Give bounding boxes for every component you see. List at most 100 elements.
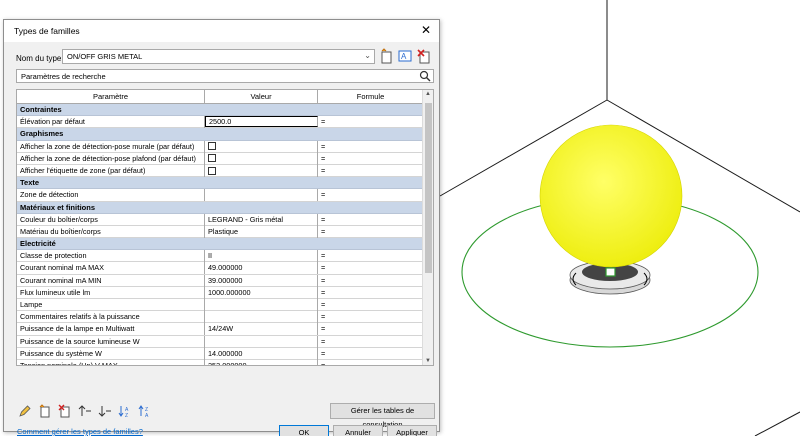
apply-button[interactable]: Appliquer bbox=[387, 425, 437, 436]
parameter-formula[interactable]: = bbox=[318, 214, 423, 226]
parameter-row[interactable]: Courant nominal mA MAX 49.000000 = bbox=[17, 262, 423, 275]
parameter-formula[interactable]: = bbox=[318, 226, 423, 238]
new-type-icon[interactable] bbox=[378, 48, 394, 64]
manage-lookup-tables-button[interactable]: Gérer les tables de consultation bbox=[330, 403, 435, 429]
pencil-edit-icon[interactable] bbox=[18, 404, 32, 418]
parameter-row[interactable]: Afficher la zone de détection-pose mural… bbox=[17, 140, 423, 153]
column-formula[interactable]: Formule bbox=[318, 90, 423, 104]
parameter-name: Commentaires relatifs à la puissance bbox=[17, 311, 205, 324]
lamp-sphere[interactable] bbox=[539, 124, 683, 268]
parameter-formula[interactable]: = bbox=[318, 323, 423, 335]
type-name-label: Nom du type: bbox=[16, 54, 64, 63]
cancel-button[interactable]: Annuler bbox=[333, 425, 383, 436]
parameter-checkbox[interactable] bbox=[208, 142, 216, 151]
parameter-value[interactable] bbox=[205, 311, 318, 324]
delete-type-icon[interactable] bbox=[416, 48, 432, 64]
parameter-value[interactable]: 49.000000 bbox=[205, 262, 318, 275]
svg-text:A: A bbox=[145, 413, 149, 418]
parameter-row[interactable]: Afficher l'étiquette de zone (par défaut… bbox=[17, 164, 423, 178]
parameter-value[interactable] bbox=[205, 299, 318, 311]
group-title: Contraintes bbox=[20, 105, 62, 114]
parameter-row[interactable]: Couleur du boîtier/corps LEGRAND - Gris m… bbox=[17, 213, 423, 226]
parameter-row[interactable]: Puissance de la source lumineuse W = bbox=[17, 335, 423, 348]
parameter-row[interactable]: Puissance de la lampe en Multiwatt 14/24W… bbox=[17, 323, 423, 336]
type-name-select[interactable]: ON/OFF GRIS METAL ⌄ bbox=[62, 49, 375, 64]
group-header[interactable]: Electricité bbox=[17, 238, 423, 251]
parameter-value[interactable]: 14/24W bbox=[205, 323, 318, 336]
parameter-value[interactable]: Plastique bbox=[205, 225, 318, 238]
parameter-formula[interactable]: = bbox=[318, 153, 423, 165]
parameter-search-input[interactable]: Paramètres de recherche bbox=[16, 69, 434, 83]
parameter-row[interactable]: Zone de détection = bbox=[17, 189, 423, 202]
parameter-checkbox-cell[interactable] bbox=[205, 152, 318, 165]
group-title: Texte bbox=[20, 178, 40, 188]
svg-text:A: A bbox=[401, 52, 407, 61]
scroll-down-icon[interactable]: ▼ bbox=[425, 358, 431, 364]
sort-ascending-icon[interactable]: A Z bbox=[118, 404, 132, 418]
parameter-formula[interactable]: = bbox=[318, 262, 423, 274]
move-up-icon[interactable] bbox=[78, 404, 92, 418]
parameter-row[interactable]: Tension nominale (Un) V MAX 253.000000 = bbox=[17, 359, 423, 366]
parameter-value[interactable]: II bbox=[205, 250, 318, 263]
parameter-value-input[interactable]: 2500.0 bbox=[205, 116, 318, 128]
parameter-formula[interactable]: = bbox=[318, 141, 423, 153]
parameter-value[interactable]: 1000.000000 bbox=[205, 286, 318, 299]
search-placeholder: Paramètres de recherche bbox=[21, 72, 106, 81]
parameter-formula[interactable]: = bbox=[318, 275, 423, 287]
parameter-row[interactable]: Afficher la zone de détection-pose plafo… bbox=[17, 152, 423, 165]
parameter-row[interactable]: Puissance du système W 14.000000 = bbox=[17, 347, 423, 360]
parameter-name: Matériau du boîtier/corps bbox=[17, 225, 205, 238]
group-header[interactable]: Matériaux et finitions bbox=[17, 201, 423, 214]
vertical-scrollbar[interactable]: ▲ ▼ bbox=[422, 90, 433, 365]
group-header[interactable]: Texte bbox=[17, 177, 423, 190]
parameter-row[interactable]: Commentaires relatifs à la puissance = bbox=[17, 311, 423, 324]
delete-parameter-icon[interactable] bbox=[58, 404, 72, 418]
parameter-row[interactable]: Flux lumineux utile lm 1000.000000 = bbox=[17, 286, 423, 299]
parameter-value[interactable]: 253.000000 bbox=[205, 359, 318, 366]
parameter-value-text: Plastique bbox=[208, 226, 239, 236]
help-link[interactable]: Comment gérer les types de familles? bbox=[17, 427, 143, 436]
grip-handle[interactable] bbox=[605, 267, 616, 277]
parameter-row[interactable]: Courant nominal mA MIN 39.000000 = bbox=[17, 274, 423, 287]
parameter-checkbox-cell[interactable] bbox=[205, 164, 318, 177]
group-title: Electricité bbox=[20, 239, 56, 249]
parameter-formula[interactable]: = bbox=[318, 360, 423, 365]
parameter-formula[interactable]: = bbox=[318, 189, 423, 201]
parameter-formula[interactable]: = bbox=[318, 299, 423, 311]
column-parameter[interactable]: Paramètre bbox=[17, 90, 205, 104]
parameter-formula[interactable]: = bbox=[318, 311, 423, 323]
parameter-value-text: 253.000000 bbox=[208, 360, 247, 366]
parameter-row[interactable]: Classe de protection II = bbox=[17, 250, 423, 263]
rename-type-icon[interactable]: A bbox=[397, 48, 413, 64]
parameter-formula[interactable]: = bbox=[318, 250, 423, 262]
parameter-formula[interactable]: = bbox=[318, 348, 423, 360]
sort-descending-icon[interactable]: Z A bbox=[138, 404, 152, 418]
parameter-value[interactable]: 14.000000 bbox=[205, 347, 318, 360]
parameter-value[interactable]: LEGRAND - Gris métal bbox=[205, 213, 318, 226]
parameter-formula[interactable]: = bbox=[318, 116, 423, 128]
move-down-icon[interactable] bbox=[98, 404, 112, 418]
dialog-titlebar[interactable]: Types de familles ✕ bbox=[4, 20, 439, 42]
parameter-value[interactable] bbox=[205, 335, 318, 348]
parameter-value[interactable] bbox=[205, 189, 318, 202]
column-value[interactable]: Valeur bbox=[205, 90, 318, 104]
ok-button[interactable]: OK bbox=[279, 425, 329, 436]
parameter-formula[interactable]: = bbox=[318, 165, 423, 177]
parameter-row[interactable]: Élévation par défaut 2500.0 = bbox=[17, 116, 423, 129]
scroll-up-icon[interactable]: ▲ bbox=[425, 91, 431, 97]
parameter-checkbox-cell[interactable] bbox=[205, 140, 318, 153]
parameter-checkbox[interactable] bbox=[208, 154, 216, 163]
scrollbar-thumb[interactable] bbox=[425, 103, 432, 273]
parameter-row[interactable]: Lampe = bbox=[17, 299, 423, 312]
search-icon[interactable] bbox=[419, 70, 431, 82]
group-header[interactable]: Graphismes bbox=[17, 128, 423, 141]
parameter-checkbox[interactable] bbox=[208, 166, 216, 175]
parameter-row[interactable]: Matériau du boîtier/corps Plastique = bbox=[17, 225, 423, 239]
parameter-value[interactable]: 39.000000 bbox=[205, 274, 318, 287]
parameter-formula[interactable]: = bbox=[318, 336, 423, 348]
close-icon[interactable]: ✕ bbox=[421, 23, 431, 37]
parameter-formula[interactable]: = bbox=[318, 287, 423, 299]
group-header[interactable]: Contraintes bbox=[17, 104, 423, 117]
new-parameter-icon[interactable] bbox=[38, 404, 52, 418]
parameter-value-text: 39.000000 bbox=[208, 275, 243, 285]
